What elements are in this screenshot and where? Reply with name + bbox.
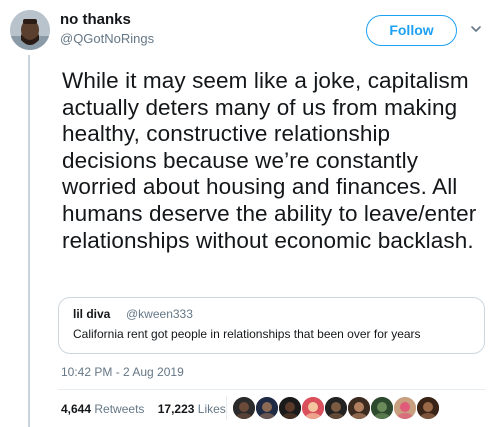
retweets-label: Retweets: [94, 402, 145, 416]
tweet-text: While it may seem like a joke, capitalis…: [62, 68, 477, 253]
stats-separator: [226, 396, 227, 420]
likes-count: 17,223: [157, 402, 195, 416]
author-name[interactable]: no thanks: [60, 11, 131, 28]
liker-avatar[interactable]: [302, 397, 324, 419]
tweet-card: no thanks @QGotNoRings Follow While it m…: [0, 0, 500, 427]
liker-avatar[interactable]: [394, 397, 416, 419]
author-avatar[interactable]: [10, 10, 50, 50]
liker-avatar[interactable]: [325, 397, 347, 419]
liker-avatar[interactable]: [279, 397, 301, 419]
tweet-timestamp[interactable]: 10:42 PM - 2 Aug 2019: [61, 365, 184, 379]
quoted-tweet[interactable]: lil diva @kween333 California rent got p…: [58, 297, 485, 354]
quoted-author-handle: @kween333: [126, 307, 193, 321]
likes-label: Likes: [197, 402, 226, 416]
likes-stat[interactable]: 17,223 Likes: [158, 402, 226, 416]
liker-avatar[interactable]: [371, 397, 393, 419]
divider: [58, 389, 485, 390]
liker-avatar[interactable]: [233, 397, 255, 419]
retweets-stat[interactable]: 4,644 Retweets: [61, 402, 144, 416]
tweet-stats: 4,644 Retweets 17,223 Likes: [61, 402, 236, 418]
follow-button[interactable]: Follow: [366, 15, 457, 46]
liker-avatar[interactable]: [348, 397, 370, 419]
liker-avatars: [233, 397, 440, 421]
liker-avatar[interactable]: [417, 397, 439, 419]
quoted-tweet-text: California rent got people in relationsh…: [73, 327, 421, 341]
author-handle[interactable]: @QGotNoRings: [60, 31, 154, 46]
retweets-count: 4,644: [61, 402, 92, 416]
quoted-author-name: lil diva: [73, 307, 111, 321]
chevron-down-icon[interactable]: [469, 22, 483, 36]
liker-avatar[interactable]: [256, 397, 278, 419]
thread-line: [28, 55, 30, 427]
